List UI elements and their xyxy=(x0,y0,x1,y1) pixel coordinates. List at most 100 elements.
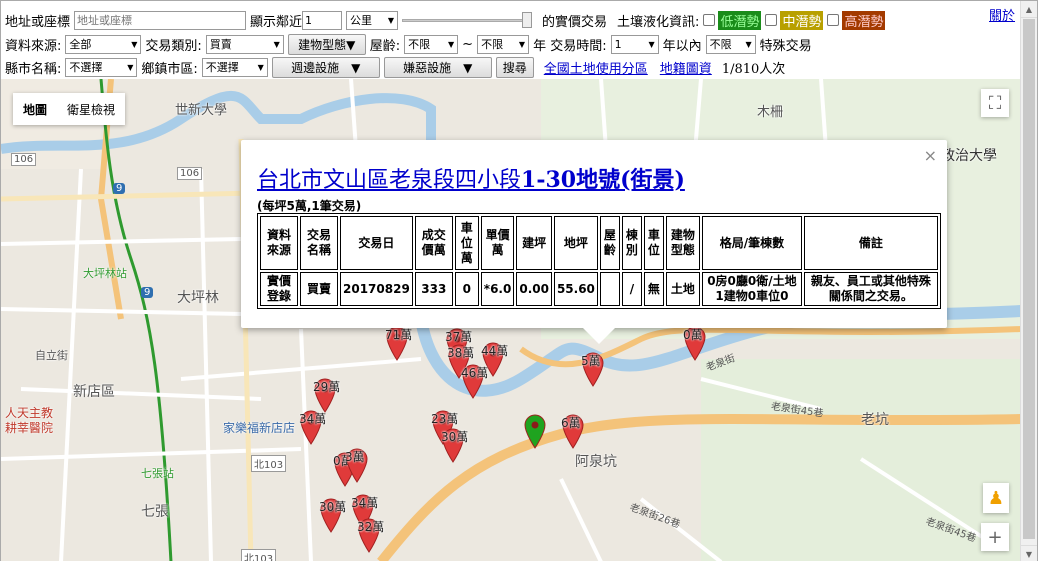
map-marker-label: 29萬 xyxy=(313,380,341,394)
type-select[interactable]: 買賣 ▼ xyxy=(205,34,284,54)
place-xindian: 新店區 xyxy=(73,384,115,400)
table-cell: 0.00 xyxy=(516,272,552,306)
info-window: × 台北市文山區老泉段四小段1-30地號(街景) (每坪5萬,1筆交易) 資料來… xyxy=(241,140,947,344)
age-to-select[interactable]: 不限 ▼ xyxy=(477,34,530,54)
table-header-cell: 建坪 xyxy=(516,216,552,270)
close-icon[interactable]: × xyxy=(924,146,937,165)
high-risk-label: 高潛勢 xyxy=(842,10,886,30)
map-marker-label: 5萬 xyxy=(581,354,601,368)
age-from-select[interactable]: 不限 ▼ xyxy=(404,34,459,54)
cadastral-link[interactable]: 地籍圖資 xyxy=(660,58,712,77)
table-cell: 無 xyxy=(643,272,664,306)
map-marker-label: 34萬 xyxy=(351,496,379,510)
scroll-down-icon[interactable]: ▼ xyxy=(1021,545,1037,561)
map-canvas[interactable]: 地圖 衛星檢視 ⛶ ♟ + 世新大學 木柵 政治大學 大坪林站 大坪林 新店區 … xyxy=(1,79,1021,561)
table-cell: *6.0 xyxy=(480,272,515,306)
place-qizhang-station: 七張站 xyxy=(141,467,174,480)
town-label: 鄉鎮市區: xyxy=(141,61,198,77)
nearby-label: 顯示鄰近 xyxy=(250,14,303,30)
place-hospital: 耕莘醫院 xyxy=(5,421,54,435)
top-row: 地址或座標 顯示鄰近 公里▼ 的實價交易 土壤液化資訊: 低潛勢 中潛勢 高潛勢 xyxy=(5,9,889,31)
map-marker-label: 46萬 xyxy=(461,366,489,380)
facility-button[interactable]: 週邊設施 ▼ xyxy=(271,56,380,78)
time-select[interactable]: 1 ▼ xyxy=(610,34,659,54)
distance-slider[interactable] xyxy=(402,12,533,28)
road-106-b: 106 xyxy=(11,153,37,166)
source-select[interactable]: 全部 ▼ xyxy=(65,34,142,54)
table-cell: 333 xyxy=(414,272,453,306)
street-view-pegman-icon[interactable]: ♟ xyxy=(983,483,1009,513)
table-row: 實價登錄 買賣 20170829 333 0 *6.0 0.00 55.60 /無土地 0房0廳0… xyxy=(260,272,938,306)
table-header-cell: 交易名稱 xyxy=(300,216,338,270)
place-dapinglin-station: 大坪林站 xyxy=(83,267,127,280)
road-north103-b: 北103 xyxy=(241,549,277,561)
place-mucha: 木柵 xyxy=(757,105,784,120)
table-header-cell: 單價萬 xyxy=(480,216,515,270)
table-header-cell: 建物型態 xyxy=(665,216,700,270)
map-type-control: 地圖 衛星檢視 xyxy=(13,93,126,125)
table-header-cell: 備註 xyxy=(803,216,938,270)
place-zhengzhi: 政治大學 xyxy=(941,148,997,164)
table-header-cell: 成交價萬 xyxy=(414,216,453,270)
map-marker-label: 0萬 xyxy=(683,328,703,342)
address-label: 地址或座標 xyxy=(5,14,71,30)
map-marker-label: 38萬 xyxy=(447,346,475,360)
place-zizhi: 自立街 xyxy=(35,349,68,362)
table-cell: 買賣 xyxy=(300,272,338,306)
landuse-link[interactable]: 全國土地使用分區 xyxy=(544,58,648,77)
table-header-cell: 車位 xyxy=(643,216,664,270)
table-header-cell: 車位萬 xyxy=(454,216,479,270)
nearby-distance-input[interactable] xyxy=(302,10,343,30)
low-risk-label: 低潛勢 xyxy=(718,10,762,30)
table-header-cell: 屋齡 xyxy=(599,216,620,270)
fullscreen-icon[interactable]: ⛶ xyxy=(981,89,1009,117)
map-marker-label: 3萬 xyxy=(345,450,365,464)
table-header-cell: 棟別 xyxy=(621,216,642,270)
map-marker-label: 44萬 xyxy=(481,344,509,358)
search-button[interactable]: 搜尋 xyxy=(495,56,534,78)
high-risk-checkbox[interactable] xyxy=(827,14,840,26)
table-cell: 實價登錄 xyxy=(260,272,298,306)
table-cell xyxy=(599,272,620,306)
county-label: 縣市名稱: xyxy=(5,61,62,77)
table-cell: 55.60 xyxy=(553,272,598,306)
table-cell: 土地 xyxy=(665,272,700,306)
special-select[interactable]: 不限 ▼ xyxy=(705,34,756,54)
map-marker-label: 32萬 xyxy=(357,520,385,534)
map-marker-label: 30萬 xyxy=(441,430,469,444)
visitor-count: 1/810人次 xyxy=(721,61,786,77)
scroll-up-icon[interactable]: ▲ xyxy=(1021,1,1037,18)
special-label: 特殊交易 xyxy=(759,38,812,54)
age-label: 屋齡: xyxy=(369,38,401,54)
table-header-cell: 格局/筆棟數 xyxy=(701,216,802,270)
county-select[interactable]: 不選擇 ▼ xyxy=(65,57,138,77)
selected-marker[interactable] xyxy=(523,413,547,449)
map-type-satellite-button[interactable]: 衛星檢視 xyxy=(57,93,125,125)
low-risk-checkbox[interactable] xyxy=(703,14,716,26)
parcel-subtitle: (每坪5萬,1筆交易) xyxy=(257,199,362,213)
unit-select[interactable]: 公里 ▼ xyxy=(346,10,399,30)
liquef-label: 土壤液化資訊: xyxy=(617,14,700,30)
table-header-cell: 交易日 xyxy=(340,216,413,270)
about-link[interactable]: 關於 xyxy=(989,5,1015,24)
map-marker-label: 6萬 xyxy=(561,416,581,430)
map-marker-label: 23萬 xyxy=(431,412,459,426)
road-106-a: 106 xyxy=(177,167,203,180)
mid-risk-checkbox[interactable] xyxy=(765,14,778,26)
place-qizhang: 七張 xyxy=(141,504,169,520)
map-marker-label: 34萬 xyxy=(299,412,327,426)
town-select[interactable]: 不選擇 ▼ xyxy=(201,57,268,77)
map-type-map-button[interactable]: 地圖 xyxy=(13,93,57,125)
zoom-in-icon[interactable]: + xyxy=(981,523,1009,551)
place-carrefour: 家樂福新店店 xyxy=(223,421,296,435)
scroll-thumb[interactable] xyxy=(1023,19,1035,539)
dislike-facility-button[interactable]: 嫌惡設施 ▼ xyxy=(383,56,492,78)
address-input[interactable] xyxy=(74,10,247,30)
building-type-button[interactable]: 建物型態▼ xyxy=(287,33,366,55)
parcel-title-link[interactable]: 台北市文山區老泉段四小段1-30地號(街景) xyxy=(257,162,685,194)
scrollbar[interactable]: ▲ ▼ xyxy=(1020,1,1037,561)
year-label: 年 交易時間: xyxy=(533,38,607,54)
place-shixin: 世新大學 xyxy=(175,103,228,118)
place-laokeng: 老坑 xyxy=(861,412,889,428)
table-cell: 20170829 xyxy=(340,272,413,306)
